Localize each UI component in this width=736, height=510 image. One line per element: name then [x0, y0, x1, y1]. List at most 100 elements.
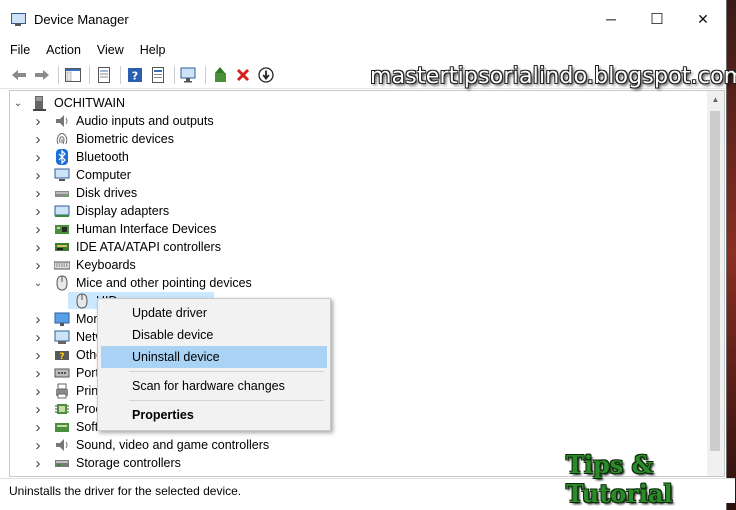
menu-help[interactable]: Help	[140, 43, 166, 57]
menu-view[interactable]: View	[97, 43, 124, 57]
tree-category[interactable]: ⌄ Mice and other pointing devices	[32, 274, 252, 292]
tree-category[interactable]: › Biometric devices	[32, 130, 174, 148]
chevron-right-icon[interactable]: ›	[32, 328, 44, 346]
storage-controller-icon	[54, 455, 70, 471]
toolbar-separator	[205, 66, 206, 84]
svg-text:?: ?	[132, 70, 138, 83]
vertical-scrollbar[interactable]: ▲	[707, 90, 725, 477]
tree-category[interactable]: › Print	[32, 382, 102, 400]
other-devices-icon: ?	[54, 347, 70, 363]
tree-category-label: Biometric devices	[76, 132, 174, 146]
toolbar-separator	[89, 66, 90, 84]
chevron-right-icon[interactable]: ›	[32, 148, 44, 166]
toolbar-separator	[174, 66, 175, 84]
forward-icon[interactable]	[33, 66, 51, 84]
tree-category[interactable]: › Proc	[32, 400, 102, 418]
tree-category[interactable]: › Sound, video and game controllers	[32, 436, 270, 454]
tree-category-label: Keyboards	[76, 258, 136, 272]
bluetooth-icon	[54, 149, 70, 165]
tree-category-label: Mice and other pointing devices	[76, 276, 252, 290]
tree-category-label: Bluetooth	[76, 150, 129, 164]
scroll-up-icon[interactable]: ▲	[707, 91, 724, 108]
context-separator	[129, 371, 324, 372]
show-hide-console-tree-icon[interactable]	[64, 66, 82, 84]
device-monitor-icon[interactable]	[180, 66, 198, 84]
chevron-right-icon[interactable]: ›	[32, 256, 44, 274]
minimize-button[interactable]: ─	[588, 0, 634, 38]
chevron-right-icon[interactable]: ›	[32, 454, 44, 472]
tree-category-label: IDE ATA/ATAPI controllers	[76, 240, 221, 254]
disable-device-icon[interactable]	[257, 66, 275, 84]
chevron-right-icon[interactable]: ›	[32, 112, 44, 130]
context-item-disable-device[interactable]: Disable device	[101, 324, 327, 346]
speaker-icon	[54, 113, 70, 129]
keyboard-icon	[53, 257, 71, 273]
context-item-properties[interactable]: Properties	[101, 404, 327, 426]
chevron-right-icon[interactable]: ›	[32, 364, 44, 382]
close-button[interactable]: ✕	[680, 0, 726, 38]
computer-icon	[54, 167, 70, 183]
help-icon[interactable]: ?	[126, 66, 144, 84]
tree-category[interactable]: › Keyboards	[32, 256, 136, 274]
tree-category[interactable]: › IDE ATA/ATAPI controllers	[32, 238, 221, 256]
chevron-right-icon[interactable]: ›	[32, 310, 44, 328]
context-item-uninstall-device[interactable]: Uninstall device	[101, 346, 327, 368]
status-text: Uninstalls the driver for the selected d…	[9, 484, 242, 498]
menu-file[interactable]: File	[10, 43, 30, 57]
window-title: Device Manager	[34, 11, 129, 27]
print-queue-icon	[54, 383, 70, 399]
tree-category-label: Storage controllers	[76, 456, 181, 470]
chevron-right-icon[interactable]: ›	[32, 130, 44, 148]
tree-category[interactable]: › Storage controllers	[32, 454, 181, 472]
tree-root[interactable]: ⌄ OCHITWAIN	[12, 94, 125, 112]
tree-category[interactable]: › Display adapters	[32, 202, 170, 220]
uninstall-icon[interactable]	[234, 66, 252, 84]
tree-category-label: Display adapters	[76, 204, 170, 218]
tree-category[interactable]: › Disk drives	[32, 184, 138, 202]
network-adapter-icon	[54, 329, 70, 345]
chevron-right-icon[interactable]: ›	[32, 346, 44, 364]
watermark-tips-tutorial: Tips & Tutorial	[566, 450, 673, 508]
tree-category[interactable]: › Bluetooth	[32, 148, 129, 166]
chevron-down-icon[interactable]: ⌄	[12, 94, 24, 112]
tree-root-label: OCHITWAIN	[54, 96, 126, 110]
chevron-right-icon[interactable]: ›	[32, 400, 44, 418]
tree-category-label: Sound, video and game controllers	[76, 438, 270, 452]
chevron-right-icon[interactable]: ›	[32, 418, 44, 436]
tree-category[interactable]: › Mon	[32, 310, 101, 328]
port-icon	[54, 365, 70, 381]
view-list-icon[interactable]	[149, 66, 167, 84]
properties-sheet-icon[interactable]	[95, 66, 113, 84]
chevron-right-icon[interactable]: ›	[32, 202, 44, 220]
processor-icon	[54, 401, 70, 417]
title-bar: Device Manager ─ ☐ ✕	[0, 0, 726, 38]
menu-action[interactable]: Action	[46, 43, 81, 57]
hid-icon	[54, 221, 70, 237]
context-item-update-driver[interactable]: Update driver	[101, 302, 327, 324]
chevron-right-icon[interactable]: ›	[32, 238, 44, 256]
chevron-right-icon[interactable]: ›	[32, 184, 44, 202]
tree-category[interactable]: › Audio inputs and outputs	[32, 112, 214, 130]
context-item-scan-hardware[interactable]: Scan for hardware changes	[101, 375, 327, 397]
back-icon[interactable]	[10, 66, 28, 84]
tree-category[interactable]: › Ports	[32, 364, 106, 382]
tree-category[interactable]: › Human Interface Devices	[32, 220, 217, 238]
tree-category-label: Computer	[76, 168, 131, 182]
context-separator	[129, 400, 324, 401]
menu-bar: File Action View Help	[0, 38, 726, 62]
monitor-icon	[54, 311, 70, 327]
chevron-right-icon[interactable]: ›	[32, 436, 44, 454]
update-driver-icon[interactable]	[211, 66, 229, 84]
tree-category[interactable]: › Netw	[32, 328, 105, 346]
computer-root-icon	[32, 95, 48, 111]
chevron-right-icon[interactable]: ›	[32, 382, 44, 400]
chevron-right-icon[interactable]: ›	[32, 166, 44, 184]
scroll-thumb[interactable]	[710, 111, 720, 451]
chevron-down-icon[interactable]: ⌄	[32, 274, 44, 292]
tree-category-label: Audio inputs and outputs	[76, 114, 214, 128]
maximize-button[interactable]: ☐	[634, 0, 680, 38]
tree-category[interactable]: › Computer	[32, 166, 131, 184]
tree-category[interactable]: ›? Othe	[32, 346, 104, 364]
mouse-icon	[54, 275, 70, 291]
chevron-right-icon[interactable]: ›	[32, 220, 44, 238]
